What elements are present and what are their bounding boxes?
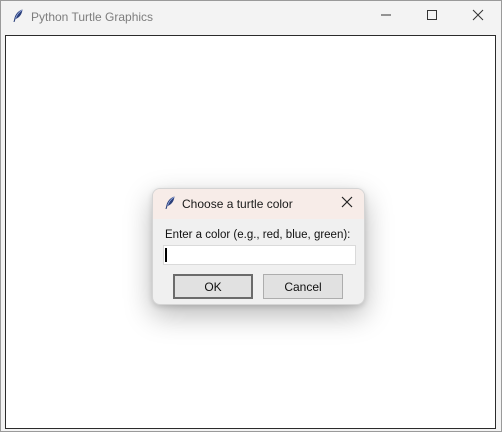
text-caret bbox=[165, 248, 167, 262]
close-icon bbox=[472, 8, 484, 26]
maximize-button[interactable] bbox=[409, 1, 455, 33]
dialog-close-button[interactable] bbox=[337, 194, 357, 214]
window-title: Python Turtle Graphics bbox=[31, 10, 154, 24]
feather-icon bbox=[10, 8, 26, 24]
close-button[interactable] bbox=[455, 1, 501, 33]
maximize-icon bbox=[426, 8, 438, 26]
ok-button[interactable]: OK bbox=[173, 274, 253, 299]
cancel-button[interactable]: Cancel bbox=[263, 274, 343, 299]
dialog-title: Choose a turtle color bbox=[182, 197, 293, 211]
close-icon bbox=[340, 195, 354, 214]
dialog-titlebar[interactable]: Choose a turtle color bbox=[153, 189, 364, 219]
feather-icon bbox=[162, 195, 178, 211]
color-input-field[interactable] bbox=[163, 245, 356, 265]
color-prompt-label: Enter a color (e.g., red, blue, green): bbox=[165, 229, 351, 241]
window-titlebar[interactable]: Python Turtle Graphics bbox=[1, 1, 501, 33]
minimize-icon bbox=[380, 8, 392, 26]
color-input-dialog: Choose a turtle color Enter a color (e.g… bbox=[152, 188, 365, 305]
minimize-button[interactable] bbox=[363, 1, 409, 33]
